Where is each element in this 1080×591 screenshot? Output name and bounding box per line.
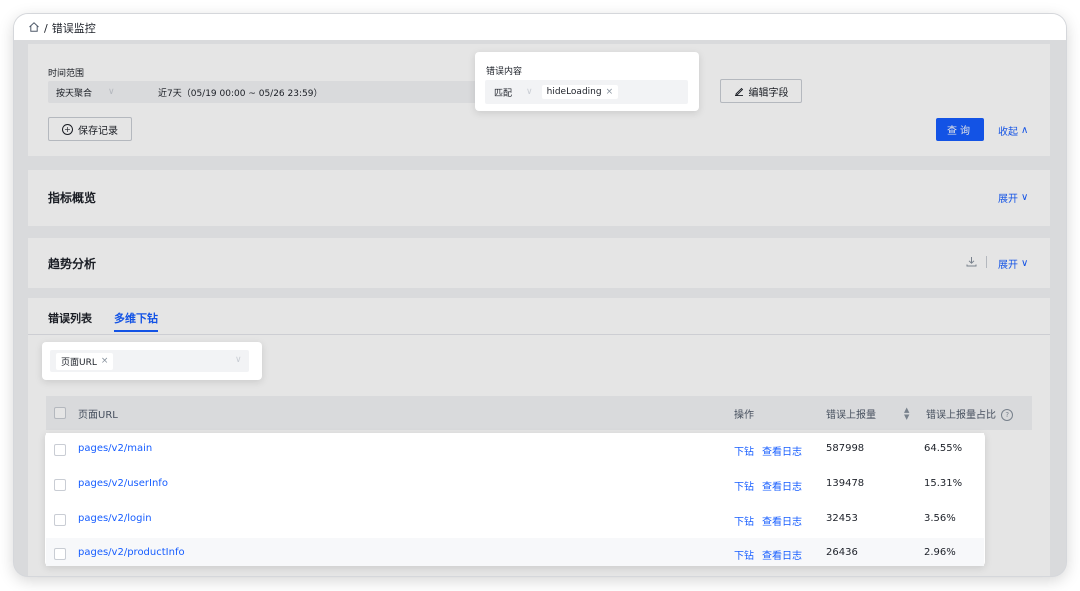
tab-divider [28,334,1050,335]
collapse-toggle[interactable]: 收起 ∧ [998,123,1028,138]
plus-circle-icon: + [62,123,73,135]
view-logs-link[interactable]: 查看日志 [762,513,802,528]
header-error-count-label: 错误上报量 [826,410,876,421]
table-row[interactable]: pages/v2/productInfo 下钻 查看日志 26436 2.96% [46,538,984,566]
error-content-highlight: 错误内容 匹配 ∨ hideLoading × [475,52,699,111]
row-checkbox[interactable] [54,514,66,526]
edit-fields-button[interactable]: 编辑字段 [720,79,802,103]
error-count-value: 26436 [826,547,858,558]
overview-expand-label: 展开 [998,194,1018,205]
error-ratio-value: 2.96% [924,547,956,558]
overview-title: 指标概览 [48,191,97,205]
match-mode-value: 匹配 [494,88,513,99]
header-error-count[interactable]: 错误上报量 ▲ ▼ [826,406,916,422]
overview-card: 指标概览 展开 ∨ [28,170,1050,226]
table-header: 页面URL 操作 错误上报量 ▲ ▼ 错误上报量占比 ? [46,396,1032,430]
page-url-link[interactable]: pages/v2/productInfo [78,547,185,558]
time-range-label: 时间范围 [48,69,85,79]
error-ratio-value: 15.31% [924,478,963,489]
trend-card: 趋势分析 展开 ∨ [28,238,1050,288]
page-url-link[interactable]: pages/v2/main [78,443,152,454]
download-icon[interactable] [966,256,977,267]
page-url-link[interactable]: pages/v2/login [78,513,152,524]
tab-multi-drill[interactable]: 多维下钻 [114,310,158,326]
header-actions: 操作 [734,410,754,421]
error-ratio-value: 3.56% [924,513,956,524]
home-icon[interactable] [28,21,40,36]
row-checkbox[interactable] [54,444,66,456]
row-checkbox[interactable] [54,548,66,560]
header-error-ratio: 错误上报量占比 ? [926,406,1014,421]
date-range-picker[interactable]: 近7天（05/19 00:00 ~ 05/26 23:59） [150,81,480,103]
row-checkbox[interactable] [54,479,66,491]
save-record-button[interactable]: + 保存记录 [48,117,132,141]
overview-expand-toggle[interactable]: 展开 ∨ [998,190,1028,205]
select-all-checkbox[interactable] [54,407,66,419]
error-count-value: 139478 [826,478,865,489]
table-row[interactable]: pages/v2/login 下钻 查看日志 32453 3.56% [46,503,984,539]
drill-link[interactable]: 下钻 [734,478,754,493]
header-page-url: 页面URL [78,410,118,421]
divider [986,256,987,268]
view-logs-link[interactable]: 查看日志 [762,478,802,493]
top-bar: / 错误监控 [14,14,1066,40]
save-record-label: 保存记录 [78,125,118,137]
error-ratio-value: 64.55% [924,443,963,454]
page-url-link[interactable]: pages/v2/userInfo [78,478,168,489]
active-tab-indicator [114,330,158,332]
aggregate-select[interactable]: 按天聚合 ∨ [48,81,154,103]
dimension-select[interactable]: 页面URL × ∨ [50,350,249,372]
chevron-up-icon: ∧ [1021,125,1029,136]
help-icon[interactable]: ? [1001,409,1014,421]
chevron-down-icon: ∨ [235,355,242,365]
chevron-down-icon: ∨ [108,87,115,97]
sort-icon[interactable]: ▲ ▼ [904,407,909,421]
error-content-tag-label: hideLoading [546,87,602,97]
table-row[interactable]: pages/v2/userInfo 下钻 查看日志 139478 15.31% [46,468,984,504]
date-range-value: 近7天（05/19 00:00 ~ 05/26 23:59） [158,88,323,99]
chevron-down-icon: ∨ [526,87,533,97]
chevron-down-icon: ∨ [1021,192,1029,203]
collapse-label: 收起 [998,127,1018,138]
breadcrumb-separator: / [44,21,48,35]
error-content-field[interactable]: 匹配 ∨ hideLoading × [485,80,688,104]
view-logs-link[interactable]: 查看日志 [762,547,802,562]
match-mode-select[interactable]: 匹配 ∨ [494,86,533,99]
close-icon[interactable]: × [101,356,109,366]
trend-expand-toggle[interactable]: 展开 ∨ [998,256,1028,271]
aggregate-value: 按天聚合 [56,88,93,99]
tab-error-list[interactable]: 错误列表 [48,310,92,326]
view-logs-link[interactable]: 查看日志 [762,443,802,458]
trend-title: 趋势分析 [48,257,97,271]
drill-link[interactable]: 下钻 [734,547,754,562]
drill-link[interactable]: 下钻 [734,443,754,458]
error-content-tag[interactable]: hideLoading × [541,85,619,99]
breadcrumb-current: 错误监控 [51,22,96,35]
drill-link[interactable]: 下钻 [734,513,754,528]
table-row[interactable]: pages/v2/main 下钻 查看日志 587998 64.55% [46,433,984,469]
dimension-tag[interactable]: 页面URL × [56,352,114,370]
trend-expand-label: 展开 [998,260,1018,271]
edit-icon [734,87,743,96]
edit-fields-label: 编辑字段 [748,87,789,99]
error-content-label: 错误内容 [486,67,523,77]
query-button[interactable]: 查询 [936,118,984,141]
app-window: / 错误监控 时间范围 按天聚合 ∨ 近7天（05/19 00:00 ~ 05/… [14,14,1066,576]
error-count-value: 587998 [826,443,865,454]
error-count-value: 32453 [826,513,858,524]
breadcrumb: / 错误监控 [28,20,96,36]
close-icon[interactable]: × [606,87,614,97]
chevron-down-icon: ∨ [1021,258,1029,269]
dimension-select-highlight: 页面URL × ∨ [42,342,262,380]
header-error-ratio-label: 错误上报量占比 [926,410,996,421]
dimension-tag-label: 页面URL [61,357,97,368]
